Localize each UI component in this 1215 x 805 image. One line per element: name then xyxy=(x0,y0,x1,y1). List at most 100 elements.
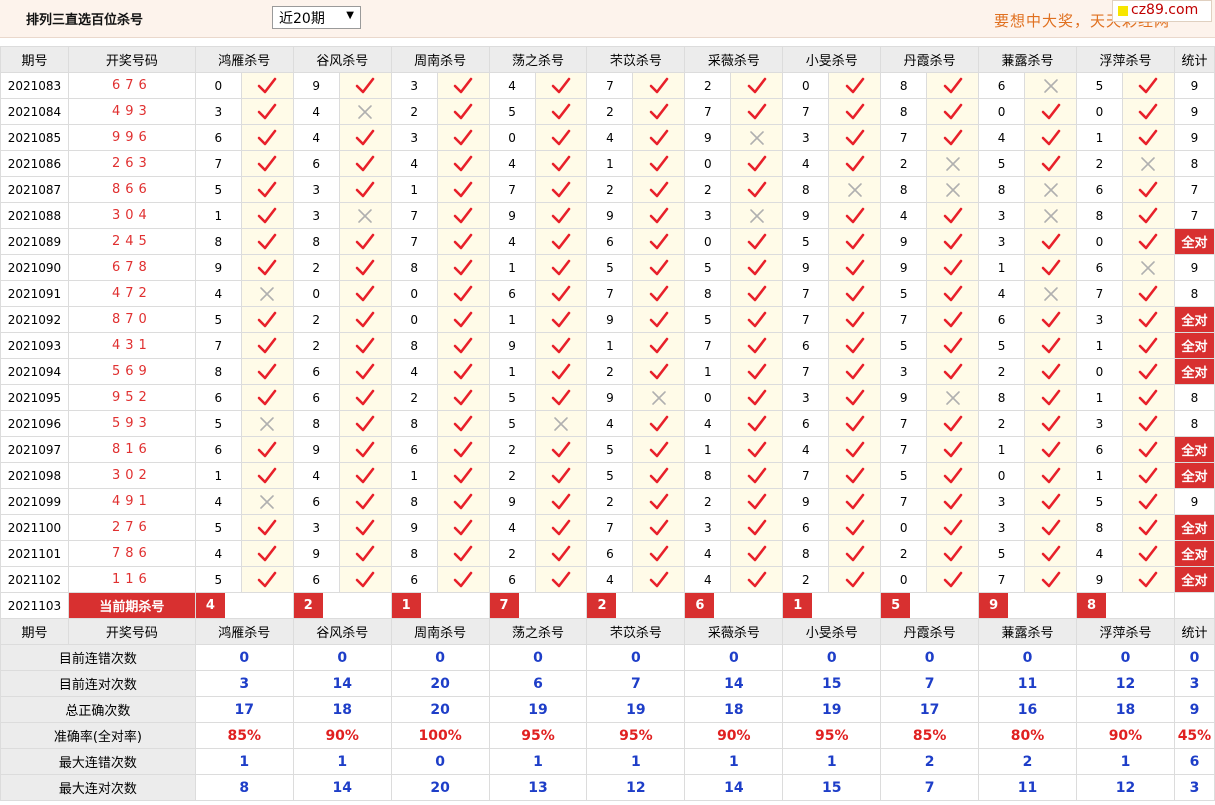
check-icon xyxy=(845,389,865,405)
check-icon xyxy=(453,415,473,431)
kill-number: 9 xyxy=(586,202,634,229)
draw-number: 276 xyxy=(67,514,196,541)
kill-number: 0 xyxy=(978,98,1026,125)
result-mark xyxy=(632,514,686,541)
result-mark xyxy=(1024,72,1077,99)
column-header: 鸿雁杀号 xyxy=(194,46,294,73)
result-mark xyxy=(240,462,294,489)
result-mark xyxy=(436,176,490,203)
result-mark xyxy=(926,358,980,385)
issue-number: 2021097 xyxy=(0,436,69,463)
check-icon xyxy=(257,311,277,327)
result-mark xyxy=(926,98,980,125)
result-mark xyxy=(828,436,882,463)
stat-value: 18 xyxy=(684,696,784,723)
kill-number: 1 xyxy=(390,176,438,203)
check-icon xyxy=(355,363,375,379)
stat-label: 最大连错次数 xyxy=(0,748,196,775)
issue-number: 2021101 xyxy=(0,540,69,567)
stat-value: 13 xyxy=(488,774,588,801)
result-mark xyxy=(1121,72,1175,99)
kill-number: 5 xyxy=(194,514,242,541)
check-icon xyxy=(649,155,669,171)
kill-number: 9 xyxy=(684,124,732,151)
result-mark xyxy=(926,228,980,255)
check-icon xyxy=(1139,181,1158,197)
period-select[interactable]: 近20期 ▼ xyxy=(272,6,361,29)
check-icon xyxy=(845,415,865,431)
check-icon xyxy=(1041,129,1060,145)
result-mark xyxy=(730,72,784,99)
current-kill-number: 8 xyxy=(1077,593,1106,618)
result-mark xyxy=(1121,462,1175,489)
issue-number: 2021102 xyxy=(0,566,69,593)
result-mark xyxy=(534,384,588,411)
check-icon xyxy=(1139,545,1158,561)
hit-count: 8 xyxy=(1173,150,1215,177)
result-mark xyxy=(730,176,784,203)
stat-value: 20 xyxy=(390,670,490,697)
result-mark xyxy=(240,332,294,359)
draw-number: 676 xyxy=(67,72,196,99)
result-mark xyxy=(632,254,686,281)
kill-number: 5 xyxy=(586,436,634,463)
check-icon xyxy=(355,285,375,301)
kill-number: 3 xyxy=(292,176,340,203)
result-mark xyxy=(338,514,392,541)
cross-icon xyxy=(847,182,862,197)
stat-value: 0 xyxy=(488,644,588,671)
kill-number: 4 xyxy=(488,514,536,541)
result-mark xyxy=(1121,488,1175,515)
result-mark xyxy=(926,254,980,281)
stat-value: 90% xyxy=(684,722,784,749)
kill-number: 0 xyxy=(390,306,438,333)
kill-number: 5 xyxy=(1076,72,1123,99)
check-icon xyxy=(355,493,375,509)
check-icon xyxy=(1041,311,1060,327)
result-mark xyxy=(534,124,588,151)
result-mark xyxy=(1121,436,1175,463)
kill-number: 7 xyxy=(880,436,928,463)
result-mark xyxy=(240,566,294,593)
issue-number: 2021084 xyxy=(0,98,69,125)
column-header: 周南杀号 xyxy=(390,46,490,73)
column-header: 统计 xyxy=(1173,618,1215,645)
kill-number: 6 xyxy=(194,384,242,411)
check-icon xyxy=(453,467,473,483)
result-mark xyxy=(1024,332,1077,359)
kill-number: 2 xyxy=(684,488,732,515)
column-header: 丹霞杀号 xyxy=(880,618,980,645)
site-logo[interactable]: cz89.com xyxy=(1112,0,1212,22)
check-icon xyxy=(943,415,962,431)
stat-value: 1 xyxy=(586,748,686,775)
stat-value: 0 xyxy=(880,644,980,671)
result-mark xyxy=(240,202,294,229)
column-header: 小旻杀号 xyxy=(782,618,882,645)
result-mark xyxy=(1024,254,1077,281)
result-mark xyxy=(436,410,490,437)
result-mark xyxy=(632,280,686,307)
check-icon xyxy=(649,337,669,353)
stat-value: 12 xyxy=(1076,670,1175,697)
kill-number: 9 xyxy=(1076,566,1123,593)
kill-number: 2 xyxy=(390,98,438,125)
result-mark xyxy=(240,98,294,125)
check-icon xyxy=(257,545,277,561)
check-icon xyxy=(453,129,473,145)
kill-number: 5 xyxy=(978,150,1026,177)
check-icon xyxy=(257,441,277,457)
current-kill-cell: 6 xyxy=(684,592,784,619)
kill-number: 6 xyxy=(978,306,1026,333)
result-mark xyxy=(926,150,980,177)
kill-number: 3 xyxy=(390,124,438,151)
result-mark xyxy=(730,306,784,333)
stat-value: 15 xyxy=(782,670,882,697)
kill-number: 9 xyxy=(292,540,340,567)
kill-number: 4 xyxy=(390,358,438,385)
kill-number: 5 xyxy=(488,410,536,437)
check-icon xyxy=(845,493,865,509)
check-icon xyxy=(257,155,277,171)
check-icon xyxy=(1139,389,1158,405)
result-mark xyxy=(534,280,588,307)
result-mark xyxy=(240,228,294,255)
